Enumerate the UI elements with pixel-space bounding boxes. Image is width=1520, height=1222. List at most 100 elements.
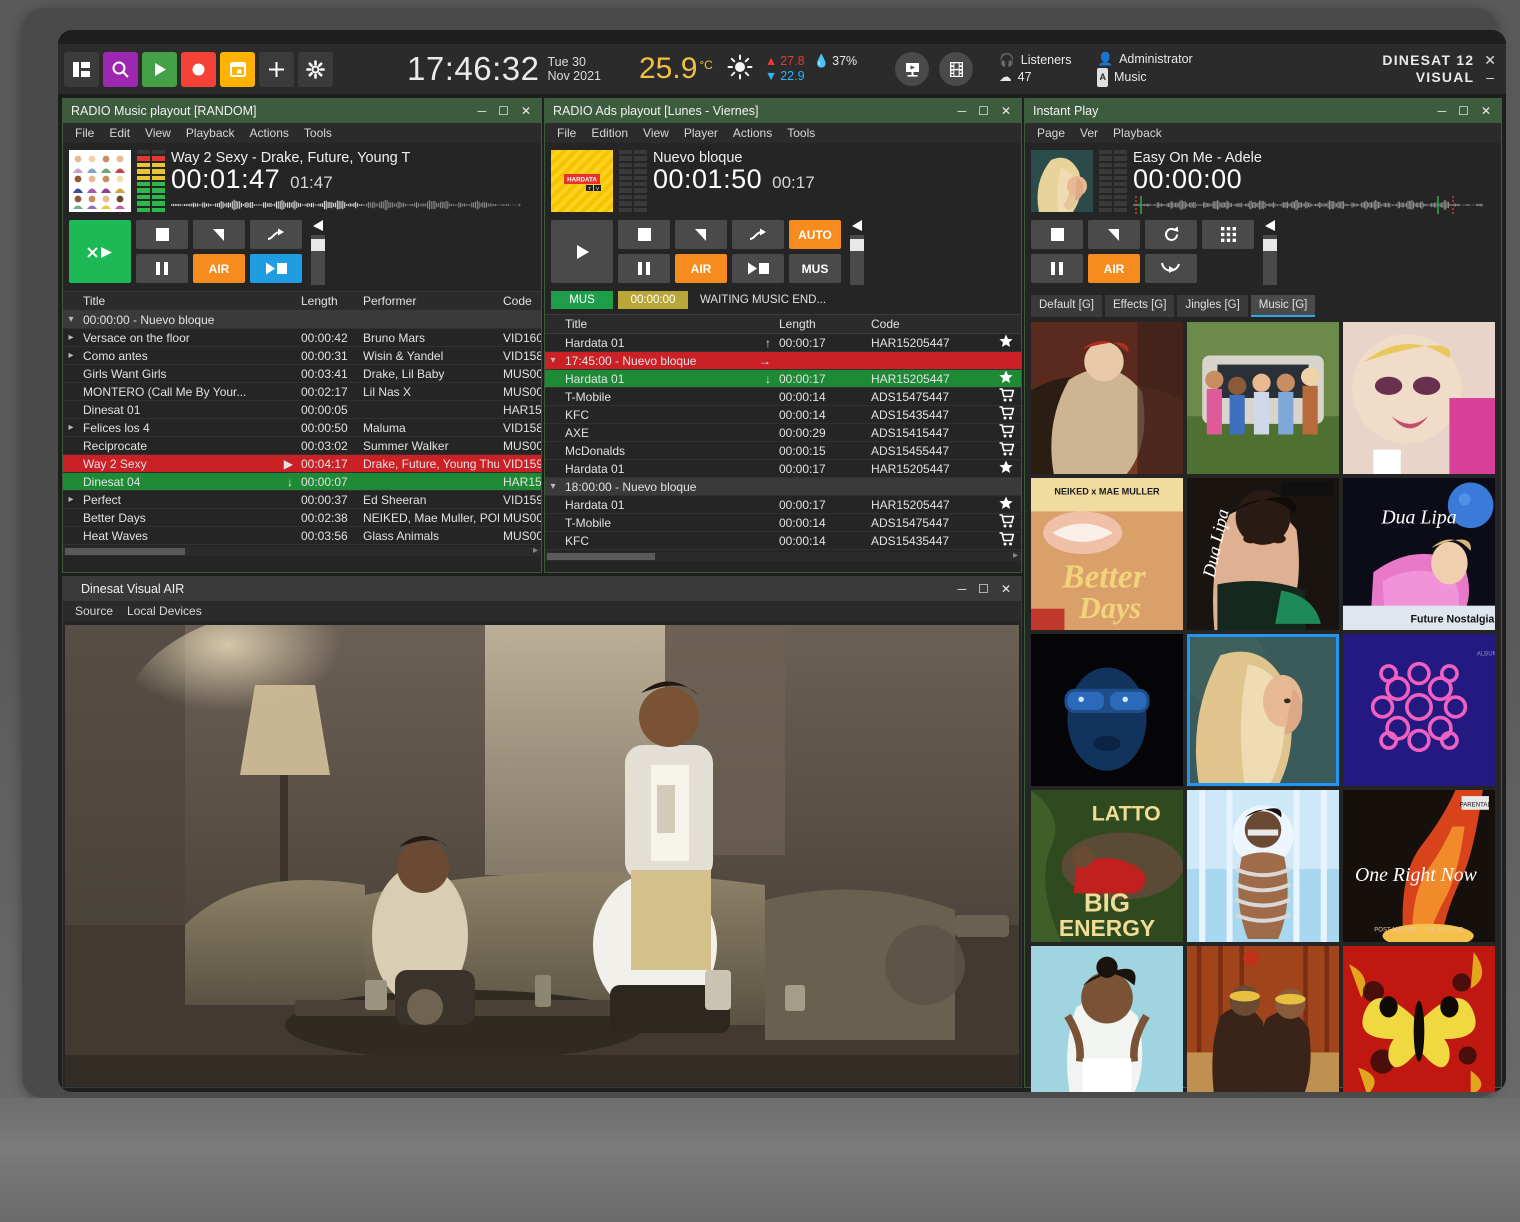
ads-volume-control[interactable] — [849, 220, 864, 285]
music-table-row[interactable]: Dinesat 0100:00:05HAR15065447 — [63, 401, 541, 419]
ads-menu-player[interactable]: Player — [684, 126, 718, 140]
ads-table-row[interactable]: Hardata 01↓00:00:17HAR15205447 — [545, 370, 1021, 388]
ads-table-row[interactable]: KFC00:00:14ADS15435447 — [545, 532, 1021, 550]
ads-table-row[interactable]: Hardata 01↑00:00:17HAR15205447 — [545, 334, 1021, 352]
cover-bad-habits[interactable] — [1343, 322, 1495, 474]
music-pause-button[interactable] — [136, 254, 188, 283]
ip-tab-2[interactable]: Jingles [G] — [1177, 295, 1247, 317]
row-expand-icon[interactable]: ▸ — [63, 494, 79, 505]
ip-window-titlebar[interactable]: Instant Play ─ ☐ ✕ — [1025, 99, 1501, 123]
music-close-button[interactable]: ✕ — [521, 105, 531, 117]
air-menu-source[interactable]: Source — [75, 604, 113, 618]
ads-table-row[interactable]: KFC00:00:14ADS15435447 — [545, 406, 1021, 424]
ip-grid-button[interactable] — [1202, 220, 1254, 249]
music-maximize-button[interactable]: ☐ — [498, 105, 509, 117]
ip-maximize-button[interactable]: ☐ — [1458, 105, 1469, 117]
air-window-titlebar[interactable]: Dinesat Visual AIR ─ ☐ ✕ — [63, 577, 1021, 601]
cover-blue-portrait[interactable] — [1031, 946, 1183, 1092]
cover-one-right-now[interactable]: PARENTALOne Right NowPOST MALONE - THE W… — [1343, 790, 1495, 942]
music-table-row[interactable]: ▸Versace on the floor00:00:42Bruno MarsV… — [63, 329, 541, 347]
music-volume-track[interactable] — [311, 235, 325, 285]
menu-edit[interactable]: Edit — [109, 126, 130, 140]
row-expand-icon[interactable]: ▾ — [545, 481, 561, 492]
ads-menu-actions[interactable]: Actions — [733, 126, 772, 140]
music-volume-control[interactable] — [310, 220, 325, 285]
ads-stop-button[interactable] — [618, 220, 670, 249]
layout-button[interactable] — [64, 52, 99, 87]
music-table-row[interactable]: ▸Felices los 400:00:50MalumaVID15875447 — [63, 419, 541, 437]
ip-tab-0[interactable]: Default [G] — [1031, 295, 1102, 317]
ip-fade-button[interactable] — [1088, 220, 1140, 249]
cover-easy-on-me-adele[interactable] — [1187, 634, 1339, 786]
cover-band-car[interactable] — [1187, 322, 1339, 474]
settings-button[interactable] — [298, 52, 333, 87]
ads-table-row[interactable]: McDonalds00:00:15ADS15455447 — [545, 442, 1021, 460]
cover-neon-pink[interactable]: ALBUM — [1343, 634, 1495, 786]
music-table-row[interactable]: ▾00:00:00 - Nuevo bloque — [63, 311, 541, 329]
menu-view[interactable]: View — [145, 126, 171, 140]
music-minimize-button[interactable]: ─ — [478, 105, 487, 117]
ads-menu-file[interactable]: File — [557, 126, 576, 140]
cover-weeknd-blue[interactable] — [1031, 634, 1183, 786]
ads-close-button[interactable]: ✕ — [1001, 105, 1011, 117]
ads-waveform[interactable] — [653, 196, 1015, 214]
ads-auto-button[interactable]: AUTO — [789, 220, 841, 249]
cover-fearless[interactable] — [1031, 322, 1183, 474]
music-volume-knob[interactable] — [311, 239, 325, 251]
ads-col-title[interactable]: Title — [561, 317, 775, 331]
music-col-length[interactable]: Length — [297, 294, 359, 308]
ip-menu-playback[interactable]: Playback — [1113, 126, 1162, 140]
app-close-button[interactable]: ✕ — [1484, 52, 1496, 69]
record-button[interactable] — [181, 52, 216, 87]
music-waveform[interactable] — [171, 196, 535, 214]
row-expand-icon[interactable]: ▾ — [545, 355, 561, 366]
music-table-row[interactable]: ▸Como antes00:00:31Wisin & YandelVID1585… — [63, 347, 541, 365]
ads-menu-edition[interactable]: Edition — [591, 126, 628, 140]
music-stop-button[interactable] — [136, 220, 188, 249]
music-col-performer[interactable]: Performer — [359, 294, 499, 308]
music-col-code[interactable]: Code — [499, 294, 541, 308]
ads-pause-button[interactable] — [618, 254, 670, 283]
cover-latto-big-energy[interactable]: LATTOBIGENERGY — [1031, 790, 1183, 942]
ads-table-row[interactable]: ▾18:00:00 - Nuevo bloque — [545, 478, 1021, 496]
search-button[interactable] — [103, 52, 138, 87]
music-play-stop-button[interactable] — [250, 254, 302, 283]
ads-air-button[interactable]: AIR — [675, 254, 727, 283]
ip-minimize-button[interactable]: ─ — [1438, 105, 1447, 117]
ads-segue-button[interactable] — [732, 220, 784, 249]
app-minimize-button[interactable]: – — [1484, 69, 1496, 86]
menu-tools[interactable]: Tools — [304, 126, 332, 140]
music-table-row[interactable]: Reciprocate00:03:02Summer WalkerMUS00046 — [63, 437, 541, 455]
ip-air-button[interactable]: AIR — [1088, 254, 1140, 283]
ads-table-row[interactable]: AXE00:00:29ADS15415447 — [545, 424, 1021, 442]
ads-maximize-button[interactable]: ☐ — [978, 105, 989, 117]
ads-volume-track[interactable] — [850, 235, 864, 285]
ads-hscroll-right-arrow[interactable]: ▸ — [1013, 550, 1018, 561]
ads-table-row[interactable]: ▾17:45:00 - Nuevo bloque→ — [545, 352, 1021, 370]
music-window-titlebar[interactable]: RADIO Music playout [RANDOM] ─ ☐ ✕ — [63, 99, 541, 123]
music-table-row[interactable]: Dinesat 04↓00:00:07HAR15155447 — [63, 473, 541, 491]
music-air-button[interactable]: AIR — [193, 254, 245, 283]
ip-waveform[interactable] — [1133, 196, 1495, 214]
ads-minimize-button[interactable]: ─ — [958, 105, 967, 117]
ads-table-row[interactable]: Hardata 0100:00:17HAR15205447 — [545, 496, 1021, 514]
ip-reload-button[interactable] — [1145, 220, 1197, 249]
music-table-row[interactable]: Better Days00:02:38NEIKED, Mae Muller, P… — [63, 509, 541, 527]
music-segue-button[interactable] — [250, 220, 302, 249]
music-hscroll-right-arrow[interactable]: ▸ — [533, 545, 538, 556]
ads-col-length[interactable]: Length — [775, 317, 867, 331]
ads-table-row[interactable]: T-Mobile00:00:14ADS15475447 — [545, 514, 1021, 532]
ip-volume-knob[interactable] — [1263, 239, 1277, 251]
music-col-title[interactable]: Title — [79, 294, 297, 308]
ads-window-titlebar[interactable]: RADIO Ads playout [Lunes - Viernes] ─ ☐ … — [545, 99, 1021, 123]
air-menu-local-devices[interactable]: Local Devices — [127, 604, 202, 618]
ads-volume-knob[interactable] — [850, 239, 864, 251]
ads-hscrollbar[interactable]: ▸ — [545, 552, 1021, 561]
cover-silk-sonic[interactable] — [1187, 946, 1339, 1092]
music-table-row[interactable]: Way 2 Sexy▶00:04:17Drake, Future, Young … — [63, 455, 541, 473]
air-close-button[interactable]: ✕ — [1001, 583, 1011, 595]
ads-fade-button[interactable] — [675, 220, 727, 249]
row-expand-icon[interactable]: ▾ — [63, 314, 79, 325]
ip-volume-track[interactable] — [1263, 235, 1277, 285]
ads-table-row[interactable]: Hardata 0100:00:17HAR15205447 — [545, 460, 1021, 478]
